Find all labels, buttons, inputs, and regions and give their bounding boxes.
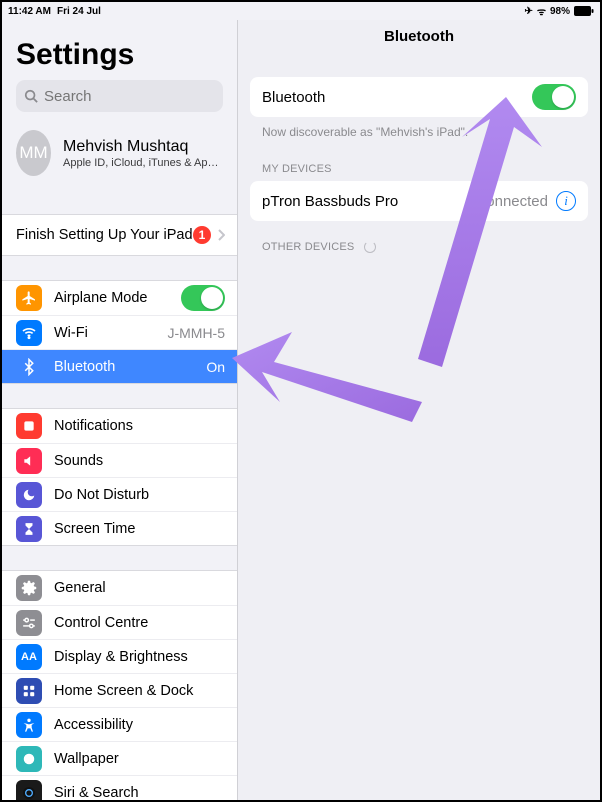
search-icon	[24, 89, 38, 103]
sidebar-item-bluetooth[interactable]: Bluetooth On	[2, 349, 237, 383]
detail-pane: Bluetooth Bluetooth Now discoverable as …	[238, 20, 600, 800]
bluetooth-icon	[16, 354, 42, 380]
bluetooth-master-label: Bluetooth	[262, 89, 532, 106]
appleid-name: Mehvish Mushtaq	[63, 138, 223, 156]
hourglass-icon	[16, 516, 42, 542]
display-icon: AA	[16, 644, 42, 670]
airplane-toggle[interactable]	[181, 285, 225, 311]
device-name: pTron Bassbuds Pro	[262, 193, 475, 210]
other-devices-label: OTHER DEVICES	[262, 241, 354, 253]
battery-percent: 98%	[550, 6, 570, 17]
sidebar-item-general[interactable]: General	[2, 571, 237, 605]
sidebar-item-home-dock[interactable]: Home Screen & Dock	[2, 673, 237, 707]
finish-setup-label: Finish Setting Up Your iPad	[16, 227, 193, 243]
sidebar-item-accessibility[interactable]: Accessibility	[2, 707, 237, 741]
airplane-icon	[16, 285, 42, 311]
other-devices-header: OTHER DEVICES	[250, 221, 588, 259]
appleid-subtitle: Apple ID, iCloud, iTunes & App St…	[63, 157, 223, 169]
finish-setup-badge: 1	[193, 226, 211, 244]
sidebar-item-screentime[interactable]: Screen Time	[2, 511, 237, 545]
spinner-icon	[364, 241, 376, 253]
wifi-label: Wi-Fi	[54, 325, 167, 341]
device-status: Connected	[475, 193, 548, 210]
search-field[interactable]	[16, 80, 223, 112]
siri-icon	[16, 780, 42, 801]
sidebar-item-control-centre[interactable]: Control Centre	[2, 605, 237, 639]
search-input[interactable]	[44, 88, 238, 105]
sidebar-item-airplane[interactable]: Airplane Mode	[2, 281, 237, 315]
sidebar-item-display[interactable]: AA Display & Brightness	[2, 639, 237, 673]
chevron-right-icon	[217, 229, 225, 241]
sliders-icon	[16, 610, 42, 636]
sidebar-item-notifications[interactable]: Notifications	[2, 409, 237, 443]
finish-setup-row[interactable]: Finish Setting Up Your iPad 1	[2, 215, 237, 255]
info-icon[interactable]: i	[556, 191, 576, 211]
display-label: Display & Brightness	[54, 649, 225, 665]
gear-icon	[16, 575, 42, 601]
wifi-icon	[16, 320, 42, 346]
status-date: Fri 24 Jul	[57, 6, 101, 17]
accessibility-label: Accessibility	[54, 717, 225, 733]
settings-sidebar: Settings MM Mehvish Mushtaq Apple ID, iC…	[2, 20, 238, 800]
sidebar-item-wifi[interactable]: Wi-Fi J-MMH-5	[2, 315, 237, 349]
page-title: Settings	[16, 38, 223, 72]
notifications-icon	[16, 413, 42, 439]
bluetooth-value: On	[206, 359, 225, 375]
control-centre-label: Control Centre	[54, 615, 225, 631]
appleid-row[interactable]: MM Mehvish Mushtaq Apple ID, iCloud, iTu…	[2, 120, 237, 190]
sidebar-item-siri[interactable]: Siri & Search	[2, 775, 237, 800]
bluetooth-label: Bluetooth	[54, 359, 206, 375]
discoverable-caption: Now discoverable as "Mehvish's iPad".	[250, 117, 588, 143]
sounds-label: Sounds	[54, 453, 225, 469]
wallpaper-label: Wallpaper	[54, 751, 225, 767]
sidebar-item-sounds[interactable]: Sounds	[2, 443, 237, 477]
bluetooth-toggle[interactable]	[532, 84, 576, 110]
airplane-indicator-icon: ✈	[524, 6, 532, 17]
wifi-indicator-icon: ᯤ	[537, 4, 546, 18]
sounds-icon	[16, 448, 42, 474]
avatar: MM	[16, 130, 51, 176]
airplane-label: Airplane Mode	[54, 290, 181, 306]
bluetooth-master-cell[interactable]: Bluetooth	[250, 77, 588, 117]
sidebar-item-wallpaper[interactable]: Wallpaper	[2, 741, 237, 775]
home-screen-icon	[16, 678, 42, 704]
status-time: 11:42 AM	[8, 6, 51, 17]
accessibility-icon	[16, 712, 42, 738]
wifi-value: J-MMH-5	[167, 325, 225, 341]
detail-title: Bluetooth	[238, 20, 600, 53]
notifications-label: Notifications	[54, 418, 225, 434]
screentime-label: Screen Time	[54, 521, 225, 537]
sidebar-item-dnd[interactable]: Do Not Disturb	[2, 477, 237, 511]
my-devices-header: MY DEVICES	[250, 143, 588, 181]
moon-icon	[16, 482, 42, 508]
general-label: General	[54, 580, 225, 596]
wallpaper-icon	[16, 746, 42, 772]
home-dock-label: Home Screen & Dock	[54, 683, 225, 699]
status-bar: 11:42 AM Fri 24 Jul ✈ ᯤ 98%	[2, 2, 600, 20]
device-row[interactable]: pTron Bassbuds Pro Connected i	[250, 181, 588, 221]
dnd-label: Do Not Disturb	[54, 487, 225, 503]
battery-icon	[574, 6, 594, 16]
siri-label: Siri & Search	[54, 785, 225, 801]
